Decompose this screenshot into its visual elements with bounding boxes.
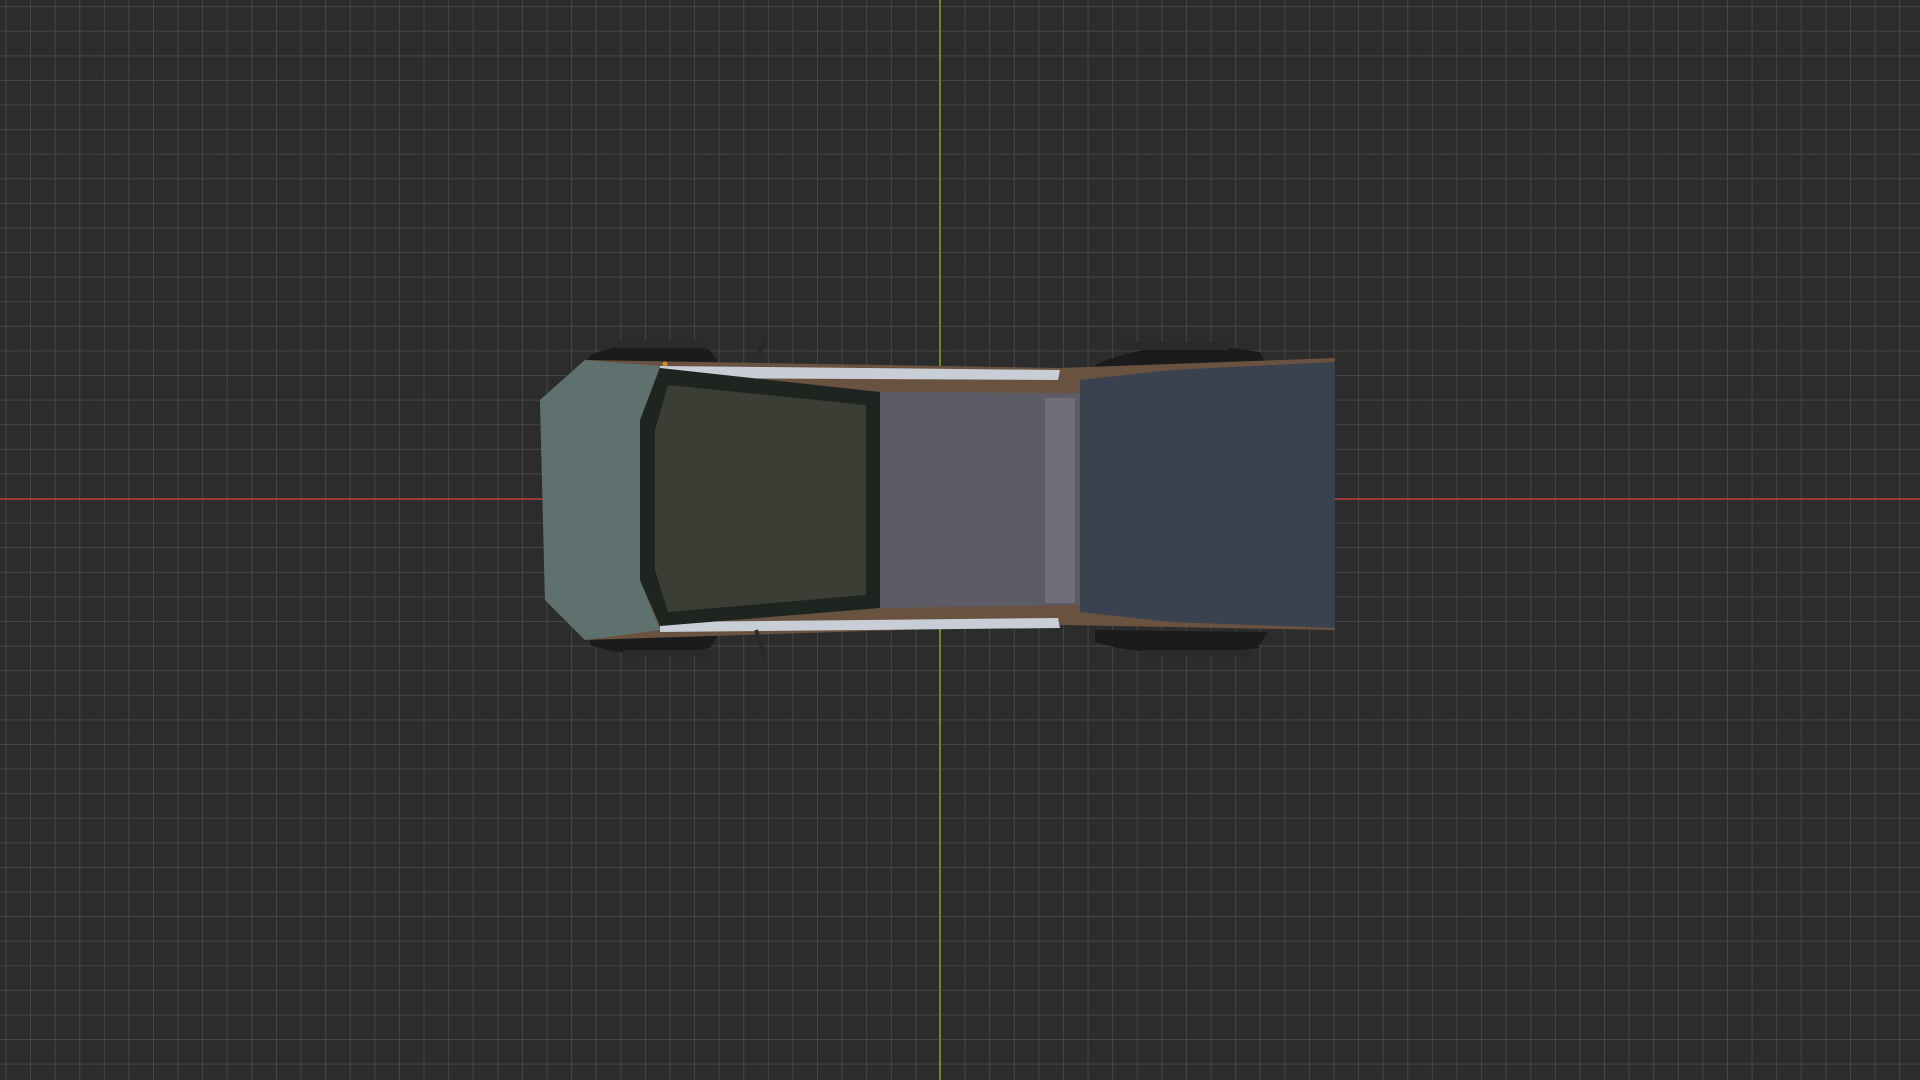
mirror-left	[754, 334, 768, 363]
wheel-rear-right	[1095, 630, 1268, 657]
bed-cover	[1080, 362, 1335, 628]
mirror-right	[754, 629, 768, 661]
vehicle-model[interactable]	[0, 0, 1920, 1080]
windshield-glass	[655, 385, 866, 612]
roof-edge	[1045, 398, 1075, 603]
marker-light	[662, 361, 668, 367]
3d-viewport[interactable]	[0, 0, 1920, 1080]
